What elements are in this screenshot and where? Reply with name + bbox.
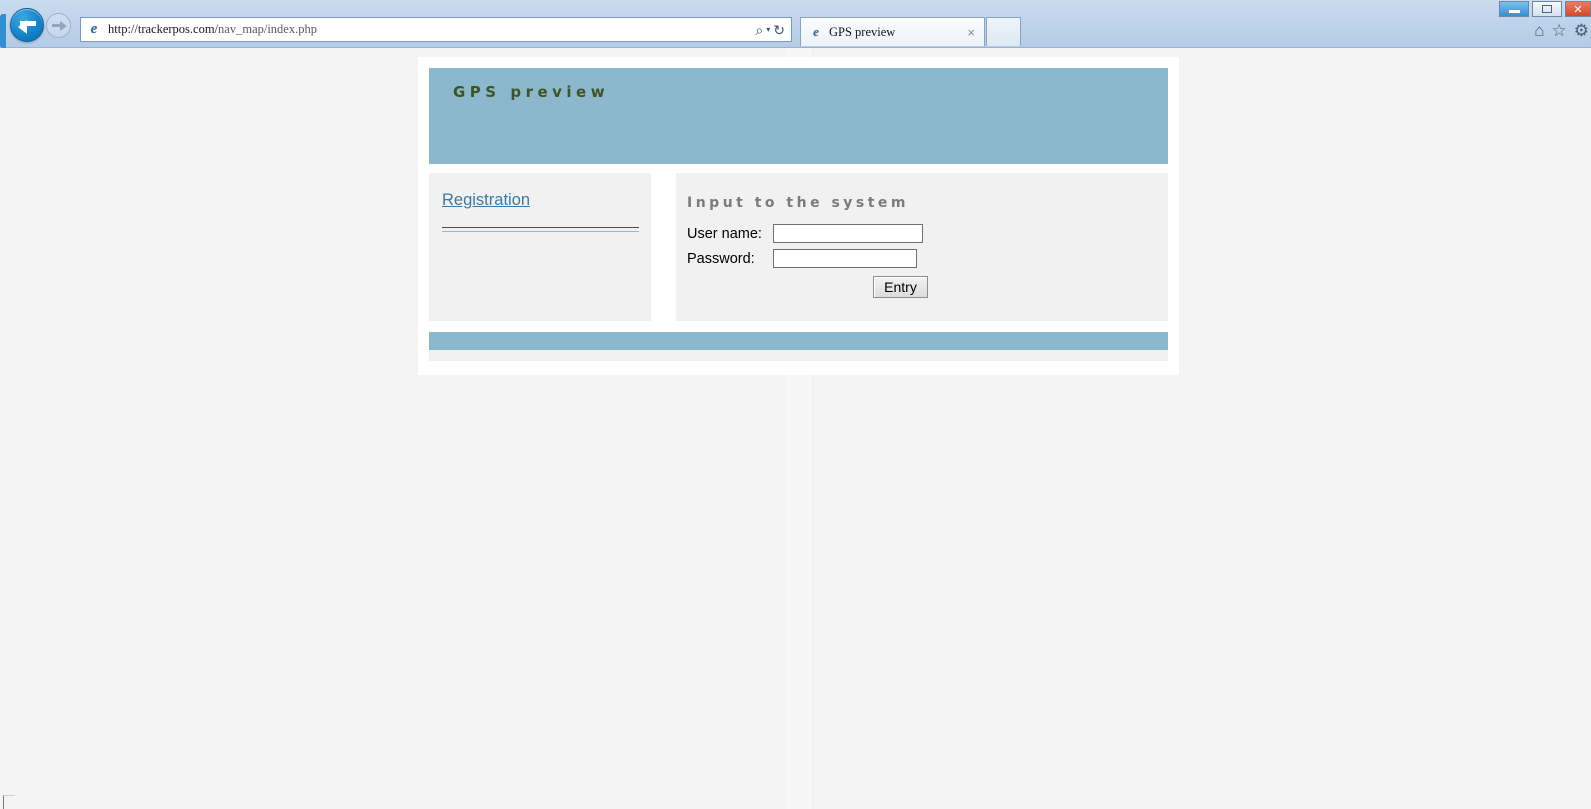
close-icon[interactable]: ✕ <box>1565 1 1591 17</box>
search-magnifier-icon[interactable]: ⌕ <box>755 23 763 37</box>
page-corner-marker <box>3 795 15 809</box>
page-viewport: GPS preview Registration Input to the sy… <box>0 48 1591 809</box>
browser-chrome: e http://trackerpos.com/nav_map/index.ph… <box>0 0 1591 48</box>
page-card: GPS preview Registration Input to the sy… <box>418 57 1179 375</box>
sidebar-panel: Registration <box>429 173 651 321</box>
window-controls: ✕ <box>1499 1 1591 17</box>
registration-link[interactable]: Registration <box>442 191 530 210</box>
content-columns: Registration Input to the system User na… <box>429 173 1168 321</box>
tab-strip: e GPS preview × <box>800 17 1021 47</box>
home-icon[interactable]: ⌂ <box>1534 22 1544 39</box>
close-icon[interactable]: × <box>967 25 975 40</box>
password-row: Password: <box>687 249 1168 268</box>
back-arrow-icon[interactable] <box>10 8 44 42</box>
username-input[interactable] <box>773 224 923 243</box>
submit-row: Entry <box>687 276 1168 298</box>
maximize-icon[interactable] <box>1532 1 1562 17</box>
navigation-buttons <box>2 8 82 44</box>
divider-light <box>442 231 639 232</box>
browser-toolbar-icons: ⌂ ☆ ⚙ <box>1534 22 1589 39</box>
footer-subbar <box>429 350 1168 361</box>
refresh-icon[interactable]: ↻ <box>773 23 785 37</box>
password-input[interactable] <box>773 249 917 268</box>
divider-dark <box>442 227 639 228</box>
forward-arrow-icon[interactable] <box>46 13 71 38</box>
minimize-icon[interactable] <box>1499 1 1529 17</box>
url-text: http://trackerpos.com/nav_map/index.php <box>108 22 755 37</box>
url-path: nav_map/index.php <box>218 22 317 36</box>
username-label: User name: <box>687 225 762 242</box>
page-title: GPS preview <box>453 83 610 101</box>
login-heading: Input to the system <box>687 195 910 211</box>
tab-title: GPS preview <box>829 24 896 39</box>
internet-explorer-icon: e <box>813 24 819 39</box>
tab-gps-preview[interactable]: e GPS preview × <box>800 17 985 46</box>
gear-icon[interactable]: ⚙ <box>1574 22 1589 39</box>
login-panel: Input to the system User name: Password:… <box>676 173 1168 321</box>
new-tab-button[interactable] <box>986 17 1021 46</box>
column-gap <box>651 173 676 321</box>
username-row: User name: <box>687 224 1168 243</box>
chevron-down-icon[interactable]: ▾ <box>766 25 770 34</box>
internet-explorer-icon: e <box>90 21 98 37</box>
footer-bar <box>429 332 1168 350</box>
favorites-star-icon[interactable]: ☆ <box>1552 22 1567 39</box>
address-bar[interactable]: e http://trackerpos.com/nav_map/index.ph… <box>80 17 792 42</box>
url-host: http://trackerpos.com/ <box>108 22 219 36</box>
entry-submit-button[interactable]: Entry <box>873 276 928 298</box>
address-bar-tools: ⌕ ▾ ↻ <box>755 23 785 37</box>
site-header: GPS preview <box>429 68 1168 164</box>
site-footer <box>429 332 1168 361</box>
password-label: Password: <box>687 250 755 267</box>
